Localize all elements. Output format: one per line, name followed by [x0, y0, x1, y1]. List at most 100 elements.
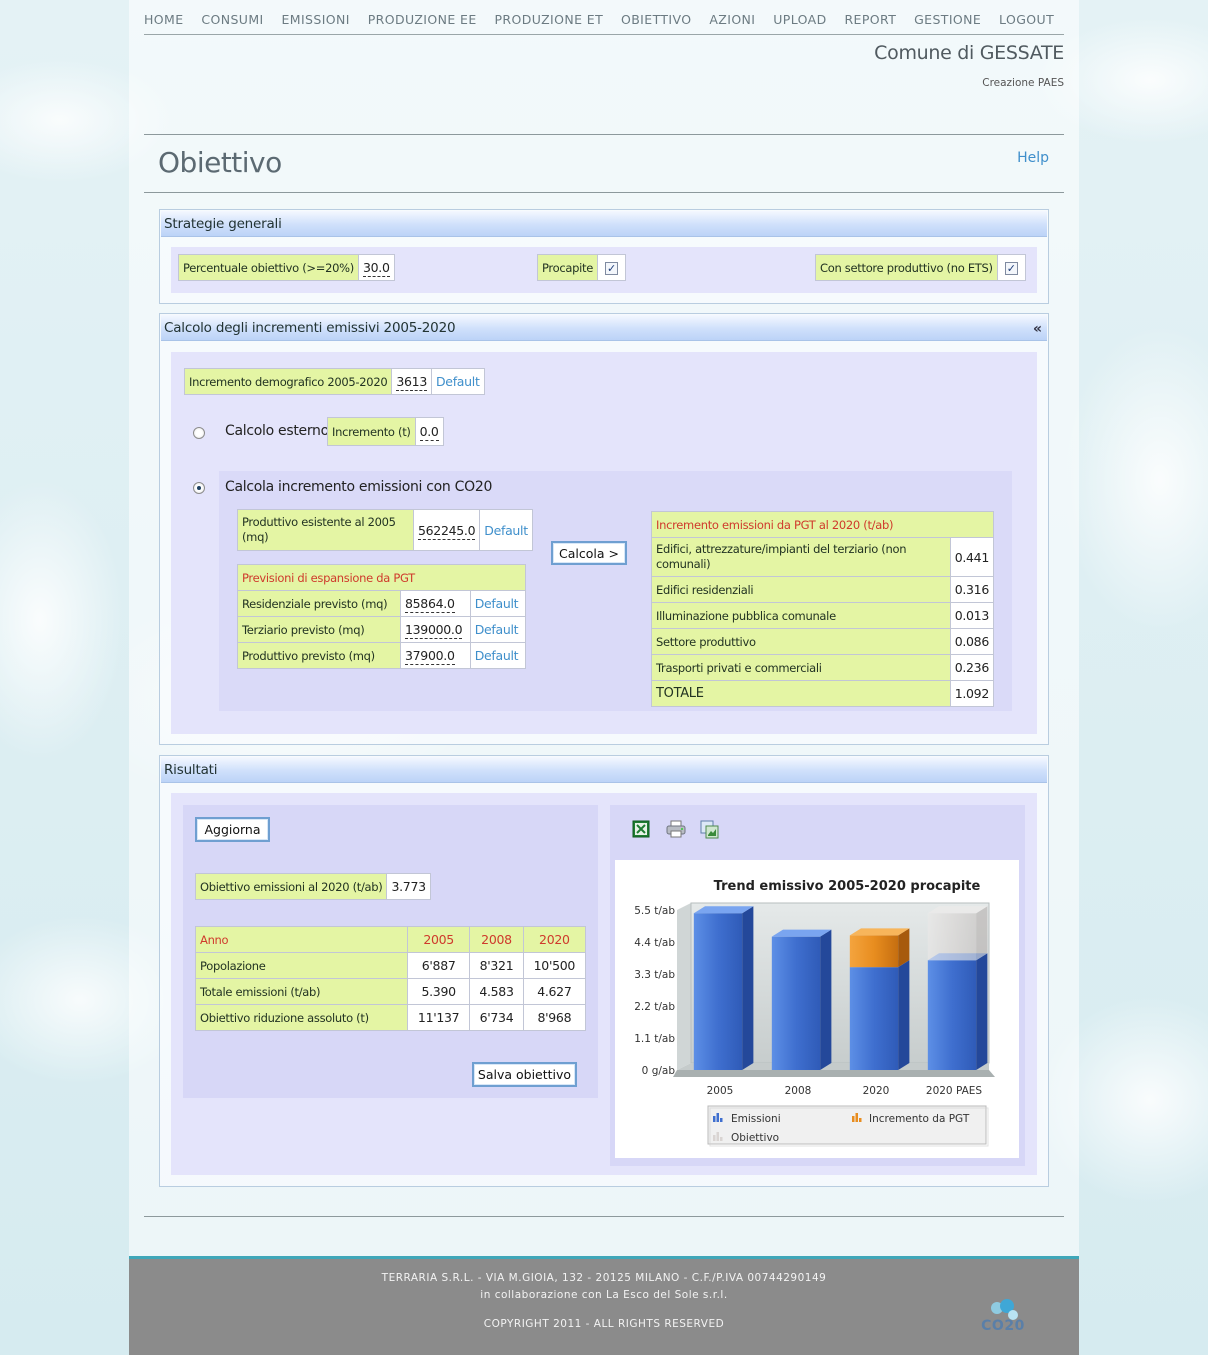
cell: 8'321	[469, 952, 524, 979]
chart-bar	[771, 929, 832, 1070]
chart-bar	[849, 960, 910, 1070]
x-tick-label: 2020	[863, 1085, 890, 1097]
obiettivo-label: Obiettivo emissioni al 2020 (t/ab)	[194, 873, 388, 900]
nav-report[interactable]: REPORT	[844, 12, 896, 27]
emission-trend-chart: Trend emissivo 2005-2020 procapite 0 g/a…	[634, 879, 995, 1147]
nav-azioni[interactable]: AZIONI	[709, 12, 755, 27]
risultati-table: Anno 2005 2008 2020 Popolazione 6'887 8'…	[195, 926, 587, 1031]
incremento-t-input[interactable]: 0.0	[419, 424, 439, 441]
nav-obiettivo[interactable]: OBIETTIVO	[621, 12, 692, 27]
previsione-label: Terziario previsto (mq)	[237, 616, 401, 643]
incremento-demografico-label: Incremento demografico 2005-2020	[183, 368, 393, 395]
aggiorna-button[interactable]: Aggiorna	[195, 817, 270, 842]
table-row: Settore produttivo 0.086	[651, 628, 995, 655]
settore-field: Con settore produttivo (no ETS) ✓	[815, 254, 1026, 281]
pgt-label: Edifici residenziali	[651, 576, 951, 603]
column-header: 2020	[522, 926, 587, 953]
previsioni-table: Previsioni di espansione da PGT Residenz…	[237, 564, 527, 669]
percentuale-input[interactable]: 30.0	[362, 260, 390, 277]
incremento-t-label: Incremento (t)	[327, 417, 416, 446]
column-header: 2008	[469, 926, 524, 953]
incremento-pgt-title: Incremento emissioni da PGT al 2020 (t/a…	[651, 511, 994, 538]
pgt-value: 0.013	[949, 602, 995, 629]
y-tick-label: 2.2 t/ab	[634, 1001, 675, 1013]
pgt-value: 0.316	[949, 576, 995, 603]
y-tick-label: 3.3 t/ab	[634, 969, 675, 981]
table-row: Residenziale previsto (mq) 85864.0 Defau…	[237, 590, 527, 617]
chart-title: Trend emissivo 2005-2020 procapite	[714, 879, 981, 894]
calcola-co20-radio[interactable]	[193, 482, 205, 494]
procapite-field: Procapite ✓	[537, 254, 626, 281]
bar-front	[849, 967, 899, 1070]
y-tick-label: 1.1 t/ab	[634, 1033, 675, 1045]
settore-checkbox[interactable]: ✓	[1004, 261, 1018, 275]
salva-obiettivo-button[interactable]: Salva obiettivo	[472, 1062, 577, 1087]
bar-front	[849, 935, 899, 968]
previsione-input[interactable]: 85864.0	[405, 596, 455, 613]
percentuale-field: Percentuale obiettivo (>=20%) 30.0	[178, 254, 395, 281]
nav-home[interactable]: HOME	[144, 12, 184, 27]
nav-upload[interactable]: UPLOAD	[773, 12, 826, 27]
default-link[interactable]: Default	[475, 596, 519, 611]
legend-label: Obiettivo	[731, 1132, 779, 1144]
previsione-input[interactable]: 37900.0	[405, 648, 455, 665]
pgt-value: 0.086	[949, 628, 995, 655]
incremento-demografico-input[interactable]: 3613	[396, 374, 427, 391]
default-link[interactable]: Default	[475, 648, 519, 663]
divider	[144, 134, 1064, 135]
x-tick-label: 2008	[785, 1085, 812, 1097]
procapite-label: Procapite	[537, 254, 598, 281]
excel-export-icon[interactable]	[632, 820, 650, 838]
table-row: TOTALE 1.092	[651, 680, 995, 707]
pgt-total-label: TOTALE	[651, 680, 951, 707]
logo-text: CO20	[981, 1318, 1025, 1334]
pgt-value: 0.441	[949, 537, 995, 577]
calcola-co20-label: Calcola incremento emissioni con CO20	[225, 479, 493, 495]
row-label: Popolazione	[195, 952, 408, 979]
comune-name: Comune di GESSATE	[874, 42, 1064, 64]
nav-produzione-ee[interactable]: PRODUZIONE EE	[368, 12, 477, 27]
collapse-icon[interactable]: «	[1033, 321, 1042, 337]
table-row: Produttivo previsto (mq) 37900.0 Default	[237, 642, 527, 669]
default-link[interactable]: Default	[475, 622, 519, 637]
default-link[interactable]: Default	[436, 374, 480, 389]
y-tick-label: 0 g/ab	[642, 1065, 676, 1077]
previsione-label: Produttivo previsto (mq)	[237, 642, 401, 669]
export-image-icon[interactable]	[700, 820, 720, 840]
table-row: Obiettivo riduzione assoluto (t) 11'137 …	[195, 1004, 587, 1031]
help-link[interactable]: Help	[1017, 150, 1049, 166]
risultati-panel-header: Risultati	[161, 757, 1047, 783]
legend-label: Emissioni	[731, 1113, 781, 1125]
y-tick-label: 5.5 t/ab	[634, 905, 675, 917]
pgt-label: Settore produttivo	[651, 628, 951, 655]
produttivo-input[interactable]: 562245.0	[418, 522, 476, 540]
nav-consumi[interactable]: CONSUMI	[201, 12, 263, 27]
chart-bar	[849, 928, 910, 968]
risultati-panel: Risultati Aggiorna Obiettivo emissioni a…	[159, 755, 1049, 1187]
footer: TERRARIA S.R.L. - VIA M.GIOIA, 132 - 201…	[129, 1256, 1079, 1355]
table-row: Terziario previsto (mq) 139000.0 Default	[237, 616, 527, 643]
co20-logo: CO20	[977, 1297, 1029, 1337]
calcolo-esterno-radio[interactable]	[193, 427, 205, 439]
bar-front	[927, 913, 977, 961]
y-tick-label: 4.4 t/ab	[634, 937, 675, 949]
cell: 11'137	[406, 1004, 471, 1031]
nav-gestione[interactable]: GESTIONE	[914, 12, 981, 27]
nav-emissioni[interactable]: EMISSIONI	[281, 12, 349, 27]
default-link[interactable]: Default	[484, 523, 528, 538]
nav-produzione-et[interactable]: PRODUZIONE ET	[494, 12, 603, 27]
chart-floor-edge	[673, 1070, 995, 1077]
chart-bar	[927, 953, 988, 1070]
pgt-value: 0.236	[949, 654, 995, 681]
print-icon[interactable]	[666, 820, 686, 838]
previsione-input[interactable]: 139000.0	[405, 622, 463, 639]
calcola-button[interactable]: Calcola >	[551, 541, 627, 565]
table-header: Anno 2005 2008 2020	[195, 926, 587, 953]
procapite-checkbox[interactable]: ✓	[605, 261, 618, 275]
pgt-total-value: 1.092	[949, 680, 995, 707]
nav-logout[interactable]: LOGOUT	[999, 12, 1054, 27]
pgt-label: Illuminazione pubblica comunale	[651, 602, 951, 629]
row-label: Obiettivo riduzione assoluto (t)	[195, 1004, 408, 1031]
cell: 8'968	[522, 1004, 587, 1031]
footer-collaboration: in collaborazione con La Esco del Sole s…	[480, 1289, 728, 1301]
